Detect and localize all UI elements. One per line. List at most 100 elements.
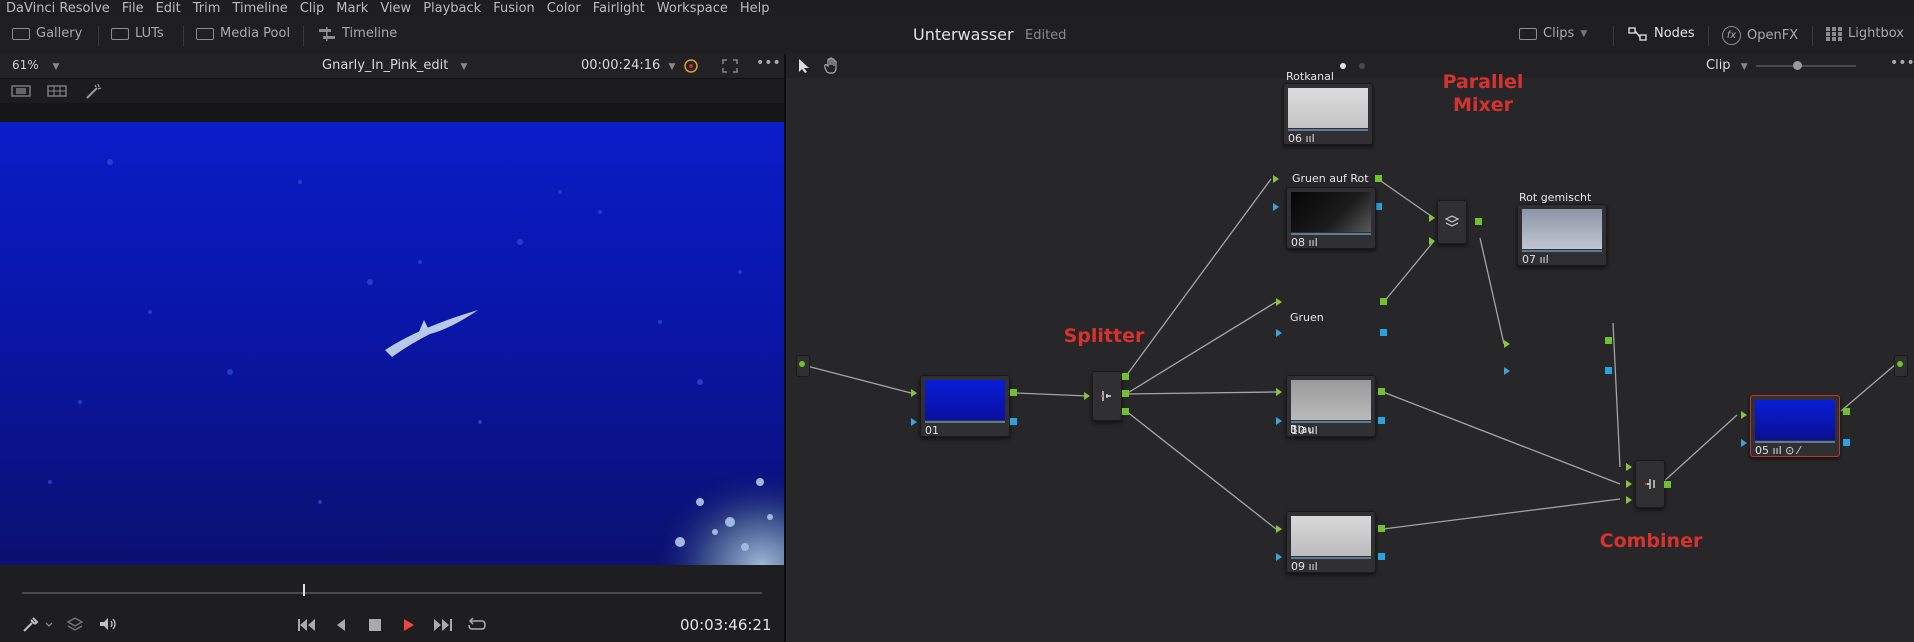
node-09[interactable]: 09 ııl (1286, 511, 1376, 573)
alpha-input-port[interactable] (1741, 439, 1747, 447)
rgb-output-port[interactable] (1010, 389, 1017, 396)
rgb-input-port[interactable] (1276, 525, 1282, 533)
more-options-icon[interactable]: ••• (756, 55, 781, 71)
hand-pan-icon[interactable] (823, 57, 839, 74)
alpha-output-port[interactable] (1378, 553, 1385, 560)
alpha-input-port[interactable] (1504, 367, 1510, 375)
luts-button[interactable]: LUTs (111, 26, 164, 41)
rgb-input-port[interactable] (1276, 298, 1282, 306)
menu-timeline[interactable]: Timeline (232, 1, 287, 16)
alpha-input-port[interactable] (1273, 203, 1279, 211)
volume-icon[interactable] (98, 616, 118, 632)
zoom-slider-handle[interactable] (1793, 61, 1802, 70)
rgb-input-port[interactable] (1084, 392, 1090, 400)
rgb-output-port[interactable] (1380, 298, 1387, 305)
menu-fusion[interactable]: Fusion (493, 1, 535, 16)
menu-fairlight[interactable]: Fairlight (593, 1, 645, 16)
jump-to-start-icon[interactable] (297, 618, 317, 632)
gallery-button[interactable]: Gallery (12, 26, 82, 41)
alpha-output-port[interactable] (1380, 329, 1387, 336)
blue-output-port[interactable] (1122, 408, 1129, 415)
zoom-dropdown[interactable]: 61% ▼ (12, 58, 59, 72)
menu-mark[interactable]: Mark (336, 1, 368, 16)
openfx-button[interactable]: fx OpenFX (1722, 26, 1798, 45)
alpha-output-port[interactable] (1010, 418, 1017, 425)
red-output-port[interactable] (1122, 373, 1129, 380)
zoom-slider-track[interactable] (1756, 65, 1856, 67)
red-input-port[interactable] (1626, 463, 1632, 471)
green-output-port[interactable] (1122, 390, 1129, 397)
menu-clip[interactable]: Clip (300, 1, 325, 16)
rgb-output-port[interactable] (1605, 337, 1612, 344)
node-06[interactable]: 06 ııl (1283, 83, 1373, 145)
rgb-output-port[interactable] (1375, 175, 1382, 182)
play-reverse-icon[interactable] (334, 618, 348, 632)
node-graph[interactable]: 01 Splitter Rotkanal 06 ııl Gruen auf Ro… (786, 70, 1914, 642)
source-timecode-dropdown[interactable]: 00:00:24:16 ▼ (581, 58, 675, 73)
node-mode-dropdown[interactable]: Clip ▼ (1706, 58, 1748, 73)
scrubber-track[interactable] (22, 592, 762, 594)
rgb-output-port[interactable] (1664, 481, 1671, 488)
alpha-output-port[interactable] (1843, 439, 1850, 446)
media-pool-button[interactable]: Media Pool (196, 26, 290, 41)
rgb-output-port[interactable] (1843, 408, 1850, 415)
node-05-selected[interactable]: 05 ııl ⊙ ⁄ (1750, 395, 1840, 457)
rgb-output-port[interactable] (1378, 525, 1385, 532)
alpha-input-port[interactable] (1276, 329, 1282, 337)
highlight-icon[interactable] (682, 58, 700, 74)
parallel-mixer-node[interactable] (1437, 200, 1467, 244)
clip-name-dropdown[interactable]: Gnarly_In_Pink_edit ▼ (322, 58, 467, 73)
mixer-input-port[interactable] (1429, 237, 1435, 245)
alpha-output-port[interactable] (1375, 203, 1382, 210)
menu-davinci-resolve[interactable]: DaVinci Resolve (6, 1, 110, 16)
alpha-output-port[interactable] (1605, 367, 1612, 374)
play-icon[interactable] (402, 618, 416, 632)
alpha-input-port[interactable] (1276, 417, 1282, 425)
rgb-input-port[interactable] (1273, 175, 1279, 183)
clips-button[interactable]: Clips ▼ (1519, 26, 1587, 41)
menu-view[interactable]: View (380, 1, 411, 16)
fullscreen-icon[interactable] (722, 59, 738, 73)
menu-file[interactable]: File (122, 1, 144, 16)
lightbox-button[interactable]: Lightbox (1826, 26, 1904, 41)
rgb-input-port[interactable] (1276, 388, 1282, 396)
stop-icon[interactable] (368, 618, 382, 632)
rgb-input-port[interactable] (1504, 340, 1510, 348)
alpha-input-port[interactable] (1276, 553, 1282, 561)
mixer-input-port[interactable] (1429, 214, 1435, 222)
menu-color[interactable]: Color (547, 1, 581, 16)
timeline-button[interactable]: Timeline (318, 26, 397, 41)
menu-workspace[interactable]: Workspace (657, 1, 728, 16)
layers-icon[interactable] (66, 616, 84, 632)
alpha-output-port[interactable] (1378, 417, 1385, 424)
blue-input-port[interactable] (1626, 496, 1632, 504)
rgb-input-port[interactable] (1741, 411, 1747, 419)
split-viewer-icon[interactable] (47, 85, 67, 97)
single-viewer-icon[interactable] (11, 85, 31, 97)
mixer-output-port[interactable] (1475, 218, 1482, 225)
input-port[interactable] (799, 361, 805, 367)
pointer-icon[interactable] (797, 58, 811, 74)
rgb-output-port[interactable] (1378, 388, 1385, 395)
loop-icon[interactable] (467, 617, 487, 633)
nodes-button[interactable]: Nodes (1628, 26, 1695, 41)
splitter-node[interactable] (1092, 371, 1122, 421)
alpha-input-port[interactable] (911, 418, 917, 426)
menu-playback[interactable]: Playback (423, 1, 481, 16)
magic-wand-icon[interactable] (85, 83, 103, 99)
scrubber-playhead[interactable] (303, 584, 306, 596)
node-08[interactable]: 08 ııl (1286, 187, 1376, 249)
output-port[interactable] (1897, 361, 1903, 367)
video-frame[interactable] (0, 122, 784, 565)
green-input-port[interactable] (1626, 480, 1632, 488)
menu-trim[interactable]: Trim (193, 1, 221, 16)
jump-to-end-icon[interactable] (433, 618, 453, 632)
more-options-icon[interactable]: ••• (1890, 55, 1914, 71)
combiner-node[interactable] (1635, 460, 1665, 508)
page-dot[interactable] (1359, 63, 1365, 69)
eyedropper-icon[interactable] (22, 615, 56, 633)
menu-edit[interactable]: Edit (156, 1, 181, 16)
menu-help[interactable]: Help (740, 1, 770, 16)
rgb-input-port[interactable] (911, 389, 917, 397)
node-07[interactable]: 07 ııl (1517, 204, 1607, 266)
